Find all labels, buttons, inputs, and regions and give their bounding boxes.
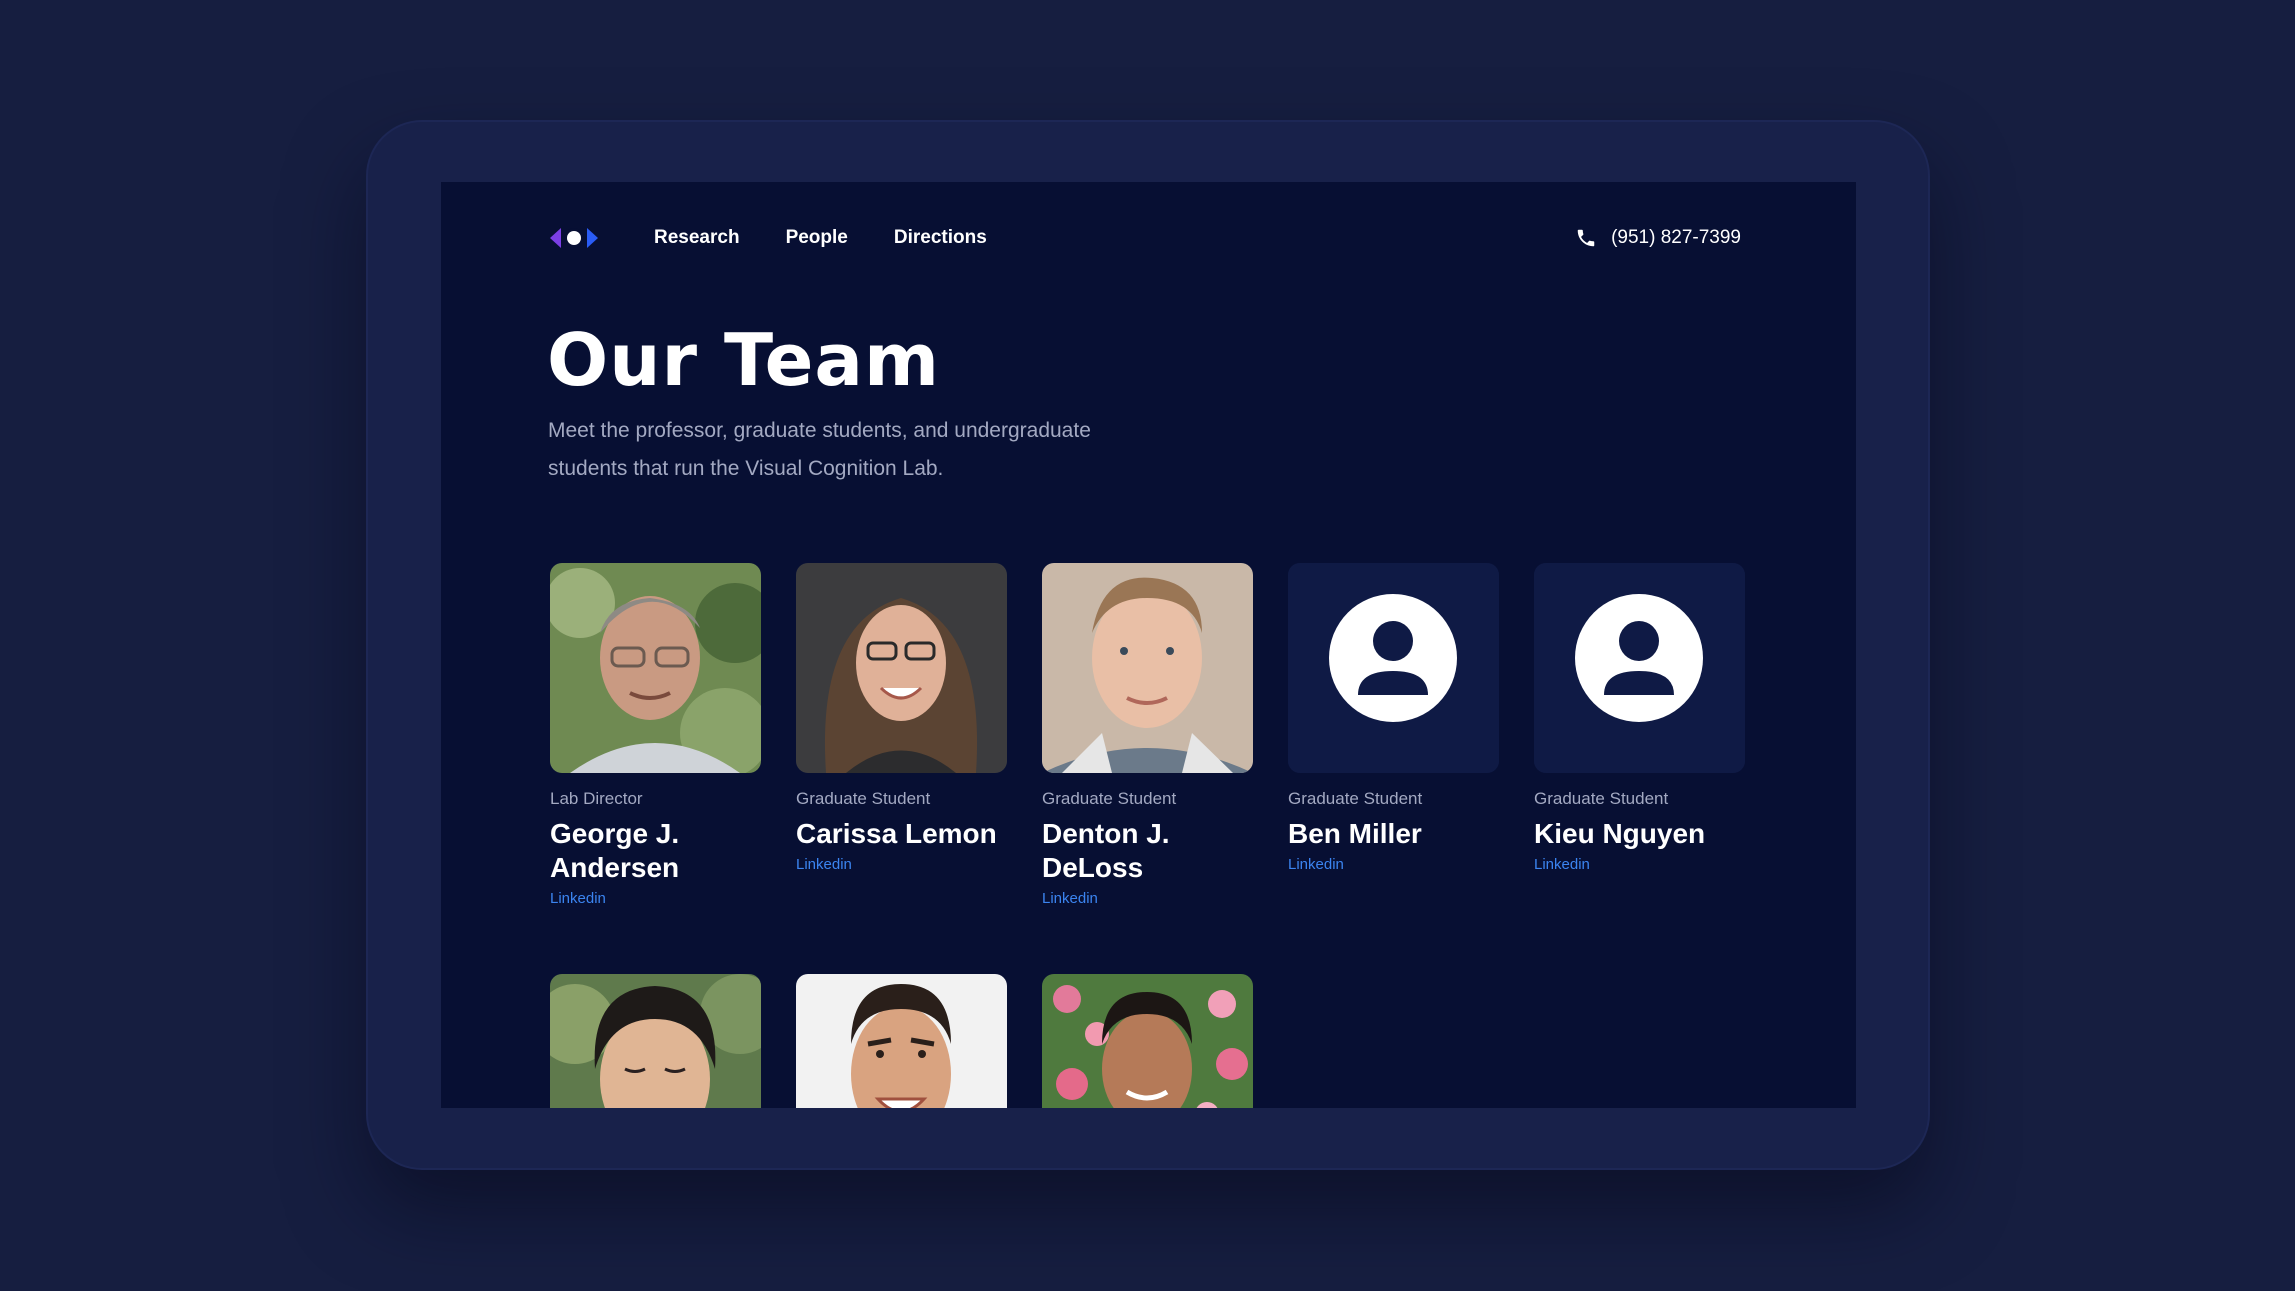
member-role: Graduate Student — [1042, 789, 1177, 808]
portrait-photo — [796, 563, 1007, 773]
page-subtitle: Meet the professor, graduate students, a… — [548, 419, 1091, 480]
portrait-photo — [1042, 974, 1253, 1108]
phone-contact[interactable]: (951) 827-7399 — [1575, 227, 1741, 249]
nav-link-directions[interactable]: Directions — [894, 227, 987, 249]
linkedin-link[interactable]: Linkedin — [796, 856, 852, 873]
user-avatar-icon — [1288, 563, 1499, 773]
linkedin-link[interactable]: Linkedin — [1288, 856, 1344, 873]
member-role: Graduate Student — [1288, 789, 1423, 808]
page-title: Our Team — [547, 318, 941, 402]
nav-links: Research People Directions — [654, 227, 987, 249]
phone-number: (951) 827-7399 — [1611, 227, 1741, 248]
nav-link-research[interactable]: Research — [654, 227, 740, 249]
member-name: Carissa Lemon — [796, 818, 997, 849]
portrait-photo — [1042, 563, 1253, 773]
team-card: Graduate Student Ben Miller Linkedin — [1288, 563, 1499, 874]
team-card — [1042, 974, 1253, 1108]
portrait-photo — [550, 974, 761, 1108]
portrait-photo — [550, 563, 761, 773]
nav-link-people[interactable]: People — [786, 227, 848, 249]
member-role: Graduate Student — [1534, 789, 1669, 808]
top-nav: Research People Directions (951) 827-739… — [548, 216, 1741, 260]
linkedin-link[interactable]: Linkedin — [1042, 890, 1098, 907]
browser-screen: Research People Directions (951) 827-739… — [441, 182, 1856, 1108]
team-card: Lab Director George J. Andersen Linkedin — [550, 563, 761, 908]
lab-logo-icon[interactable] — [548, 223, 600, 253]
user-avatar-icon — [1534, 563, 1745, 773]
linkedin-link[interactable]: Linkedin — [1534, 856, 1590, 873]
member-name: Kieu Nguyen — [1534, 818, 1706, 849]
team-card: Graduate Student Denton J. DeLoss Linked… — [1042, 563, 1253, 908]
team-card — [550, 974, 761, 1108]
linkedin-link[interactable]: Linkedin — [550, 890, 606, 907]
member-role: Graduate Student — [796, 789, 931, 808]
team-card — [796, 974, 1007, 1108]
team-card: Graduate Student Kieu Nguyen Linkedin — [1534, 563, 1745, 874]
member-role: Lab Director — [550, 789, 643, 808]
portrait-photo — [796, 974, 1007, 1108]
member-name: George J. Andersen — [550, 818, 680, 883]
team-card: Graduate Student Carissa Lemon Linkedin — [796, 563, 1007, 874]
phone-icon — [1577, 229, 1595, 247]
member-name: Denton J. DeLoss — [1042, 818, 1170, 883]
member-name: Ben Miller — [1288, 818, 1422, 849]
